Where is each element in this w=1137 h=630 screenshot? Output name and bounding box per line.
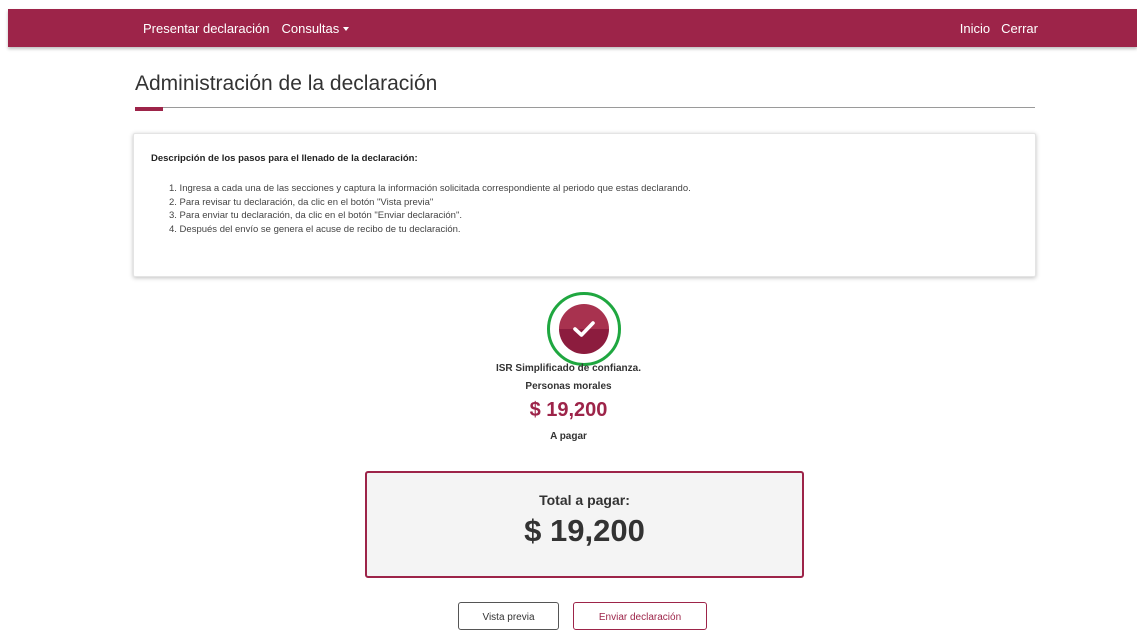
instructions-heading: Descripción de los pasos para el llenado… bbox=[151, 153, 418, 164]
total-label: Total a pagar: bbox=[539, 492, 630, 508]
section-complete-button[interactable] bbox=[547, 292, 621, 366]
instruction-step: 1. Ingresa a cada una de las secciones y… bbox=[169, 183, 691, 194]
check-icon bbox=[573, 321, 595, 337]
nav-home[interactable]: Inicio bbox=[960, 21, 990, 36]
nav-queries-label: Consultas bbox=[281, 20, 340, 36]
title-divider bbox=[135, 107, 1035, 108]
section-amount: $ 19,200 bbox=[529, 399, 608, 421]
instruction-step: 3. Para enviar tu declaración, da clic e… bbox=[169, 210, 462, 221]
title-accent-bar bbox=[135, 107, 163, 111]
total-box: Total a pagar: $ 19,200 bbox=[365, 471, 804, 578]
instructions-card: Descripción de los pasos para el llenado… bbox=[133, 133, 1036, 277]
total-amount: $ 19,200 bbox=[524, 513, 645, 548]
instruction-step: 2. Para revisar tu declaración, da clic … bbox=[169, 196, 434, 208]
instructions-steps: 1. Ingresa a cada una de las secciones y… bbox=[169, 182, 691, 236]
section-name: ISR Simplificado de confianza. bbox=[495, 363, 642, 374]
preview-button[interactable]: Vista previa bbox=[458, 602, 559, 630]
nav-left-group: Presentar declaración Consultas bbox=[143, 9, 350, 47]
top-navbar: Presentar declaración Consultas Inicio C… bbox=[8, 9, 1137, 47]
nav-logout[interactable]: Cerrar bbox=[1001, 21, 1038, 36]
section-status-disc bbox=[559, 304, 609, 354]
send-declaration-button[interactable]: Enviar declaración bbox=[573, 602, 707, 630]
caret-down-icon bbox=[343, 26, 350, 31]
instruction-step: 4. Después del envío se genera el acuse … bbox=[169, 223, 461, 235]
section-status-label: A pagar bbox=[550, 431, 587, 442]
page-title: Administración de la declaración bbox=[135, 72, 438, 95]
nav-queries-dropdown[interactable]: Consultas bbox=[281, 20, 350, 36]
section-subtitle: Personas morales bbox=[525, 381, 612, 392]
nav-present-declaration[interactable]: Presentar declaración bbox=[143, 21, 269, 36]
nav-right-group: Inicio Cerrar bbox=[960, 9, 1038, 47]
